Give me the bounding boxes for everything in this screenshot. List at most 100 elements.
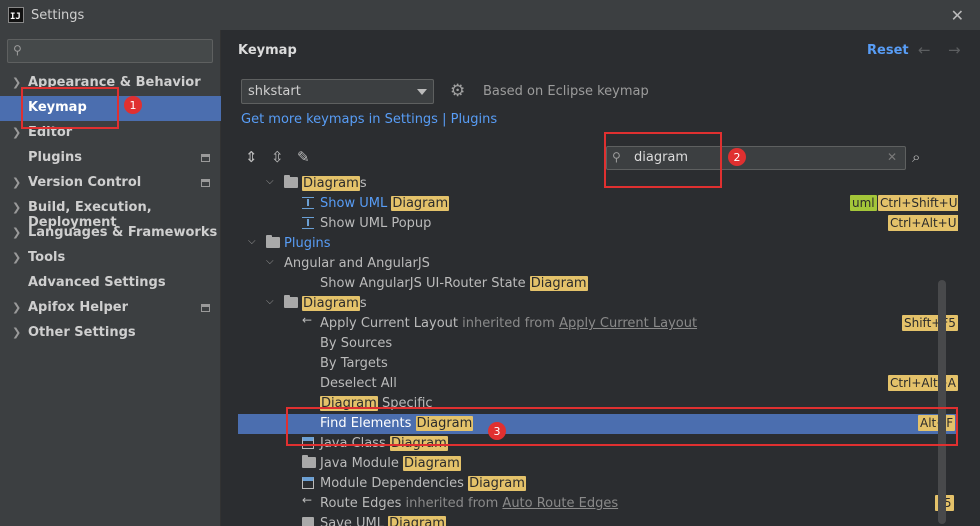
collapse-all-icon[interactable]: ⇳ [271, 148, 284, 166]
tree-row-label: Plugins [284, 236, 331, 251]
keymap-panel: Keymap Reset ← → shkstart ⚙ Based on Ecl… [222, 30, 980, 526]
chevron-right-icon: ❯ [12, 76, 22, 89]
tree-row[interactable]: ⌵ Diagrams [238, 174, 958, 194]
sidebar-item-build[interactable]: ❯ Build, Execution, Deployment [0, 196, 221, 230]
tree-row-label: Module Dependencies Diagram [320, 476, 526, 491]
chevron-down-icon[interactable]: ⌵ [266, 256, 274, 267]
chevron-down-icon[interactable]: ⌵ [266, 296, 274, 307]
tree-row-label: Diagrams [302, 296, 367, 311]
tree-row-label: Apply Current Layout inherited from Appl… [320, 316, 698, 331]
annotation-box-search [604, 132, 722, 188]
tree-row-label: Show AngularJS UI-Router State Diagram [320, 276, 588, 291]
reset-button[interactable]: Reset [867, 43, 909, 58]
folder-icon [284, 175, 298, 188]
sidebar-item-label: Version Control [28, 175, 142, 190]
tree-row-label: By Targets [320, 356, 388, 371]
shortcut-badge: Ctrl+Shift+U [878, 195, 958, 211]
page-title: Keymap [238, 43, 297, 58]
tree-row[interactable]: ⌵ Plugins [238, 234, 958, 254]
edit-pencil-icon[interactable]: ✎ [297, 148, 310, 166]
tree-row[interactable]: ⌵ Diagrams [238, 294, 958, 314]
tree-row-label: Java Module Diagram [320, 456, 461, 471]
annotation-number: 2 [728, 148, 746, 166]
sidebar-item-label: Plugins [28, 150, 82, 165]
chevron-right-icon: ❯ [12, 301, 22, 314]
tree-row[interactable]: Route Edges inherited from Auto Route Ed… [238, 493, 958, 514]
abbreviation-badge: uml [850, 195, 877, 211]
chevron-right-icon: ❯ [12, 226, 22, 239]
chevron-right-icon: ❯ [12, 126, 22, 139]
sidebar-item-other-settings[interactable]: ❯ Other Settings [0, 321, 221, 346]
more-keymaps-link[interactable]: Get more keymaps in Settings | Plugins [241, 112, 497, 127]
annotation-number: 3 [488, 422, 506, 440]
keymap-select-value: shkstart [248, 84, 301, 99]
clear-search-icon[interactable]: ✕ [887, 150, 897, 164]
save-icon [302, 517, 314, 526]
module-folder-icon [302, 455, 316, 468]
project-settings-icon [201, 154, 210, 162]
sidebar-item-label: Advanced Settings [28, 275, 166, 290]
sidebar-item-tools[interactable]: ❯ Tools [0, 246, 221, 271]
tree-row[interactable]: Save UML Diagram [238, 514, 958, 526]
project-settings-icon [201, 304, 210, 312]
sidebar-item-plugins[interactable]: Plugins [0, 146, 221, 171]
shortcut-badge: Ctrl+Alt+A [888, 375, 958, 391]
tree-scrollbar[interactable] [938, 280, 946, 524]
tree-row-label: By Sources [320, 336, 393, 351]
folder-icon [284, 295, 298, 308]
sidebar-item-version-control[interactable]: ❯ Version Control [0, 171, 221, 196]
tree-row[interactable]: By Sources [238, 334, 958, 354]
chevron-down-icon [417, 89, 427, 95]
keymap-select[interactable]: shkstart [241, 79, 434, 104]
tree-row-label: Route Edges inherited from Auto Route Ed… [320, 496, 619, 511]
tree-row[interactable]: ⌵ Angular and AngularJS [238, 254, 958, 274]
action-icon [302, 217, 314, 229]
tree-row-label: Show UML Diagram [320, 196, 450, 211]
tree-row[interactable]: Show UML Diagram uml Ctrl+Shift+U [238, 194, 958, 214]
settings-search-input[interactable]: ⚲ [7, 39, 213, 63]
title-bar: IJ Settings ✕ [0, 0, 980, 30]
chevron-down-icon[interactable]: ⌵ [248, 236, 256, 247]
tree-row-label: Show UML Popup [320, 216, 432, 231]
layout-icon [302, 313, 315, 329]
route-edges-icon [302, 493, 315, 509]
action-icon [302, 197, 314, 209]
shortcut-badge: Ctrl+Alt+U [888, 215, 958, 231]
chevron-down-icon[interactable]: ⌵ [266, 176, 274, 187]
tree-row[interactable]: Apply Current Layout inherited from Appl… [238, 313, 958, 334]
tree-row-label: Deselect All [320, 376, 397, 391]
annotation-box-find-elements [286, 407, 958, 446]
tree-row[interactable]: Module Dependencies Diagram [238, 474, 958, 494]
chevron-right-icon: ❯ [12, 326, 22, 339]
keymap-tree: ⌵ Diagrams Show UML Diagram uml Ctrl+Shi… [238, 174, 958, 526]
tree-row[interactable]: Show UML Popup Ctrl+Alt+U [238, 214, 958, 234]
tree-row[interactable]: Java Module Diagram [238, 454, 958, 474]
based-on-label: Based on Eclipse keymap [483, 84, 649, 99]
window-title: Settings [31, 7, 85, 23]
sidebar-item-label: Other Settings [28, 325, 136, 340]
tree-row-label: Save UML Diagram [320, 516, 446, 526]
sidebar-item-languages[interactable]: ❯ Languages & Frameworks [0, 221, 221, 246]
tree-row-label: Diagrams [302, 176, 367, 191]
sidebar-item-label: Tools [28, 250, 66, 265]
chevron-right-icon: ❯ [12, 176, 22, 189]
sidebar-item-advanced-settings[interactable]: Advanced Settings [0, 271, 221, 296]
annotation-box-keymap [21, 87, 119, 129]
tree-row[interactable]: By Targets [238, 354, 958, 374]
find-by-shortcut-icon[interactable]: ⌕ [912, 148, 920, 166]
tree-row[interactable]: Show AngularJS UI-Router State Diagram [238, 274, 958, 294]
shortcut-badge: Shift+F5 [902, 315, 958, 331]
chevron-right-icon: ❯ [12, 201, 22, 214]
sidebar-item-apifox-helper[interactable]: ❯ Apifox Helper [0, 296, 221, 321]
back-arrow-icon[interactable]: ← [918, 41, 931, 59]
forward-arrow-icon[interactable]: → [948, 41, 961, 59]
project-settings-icon [201, 179, 210, 187]
gear-icon[interactable]: ⚙ [450, 81, 465, 101]
expand-all-icon[interactable]: ⇕ [245, 148, 258, 166]
close-icon[interactable]: ✕ [951, 6, 964, 25]
folder-icon [266, 235, 280, 248]
tree-row-label: Angular and AngularJS [284, 256, 430, 271]
tree-row[interactable]: Deselect All Ctrl+Alt+A [238, 374, 958, 394]
diagram-icon [302, 477, 314, 489]
search-icon: ⚲ [13, 43, 22, 57]
